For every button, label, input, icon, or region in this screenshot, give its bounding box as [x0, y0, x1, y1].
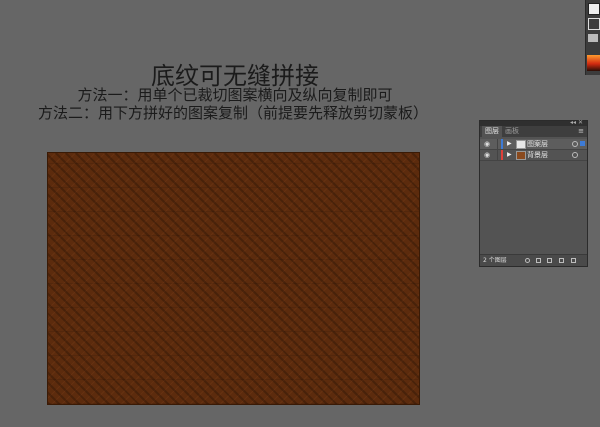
lock-column[interactable]	[497, 150, 498, 160]
lock-column[interactable]	[497, 139, 498, 149]
layer-color-swatch	[501, 139, 503, 149]
make-clipping-mask-icon[interactable]	[536, 258, 541, 263]
panel-tabs: 图层 画板 ≡	[480, 126, 587, 137]
delete-layer-icon[interactable]	[571, 258, 576, 263]
instruction-method-2: 方法二：用下方拼好的图案复制（前提要先释放剪切蒙板）	[38, 104, 429, 122]
layer-selected-indicator	[580, 141, 585, 146]
layer-color-swatch	[501, 150, 503, 160]
layer-target-icon[interactable]	[572, 141, 578, 147]
selection-tool-icon[interactable]	[588, 3, 600, 15]
create-sublayer-icon[interactable]	[547, 258, 552, 263]
visibility-eye-icon[interactable]: ◉	[484, 151, 490, 159]
gradient-swatch-icon[interactable]	[587, 55, 600, 71]
layer-thumbnail	[516, 140, 526, 149]
locate-object-icon[interactable]	[525, 258, 530, 263]
layer-row-pattern[interactable]: ◉ ▶ 图案层	[480, 139, 587, 150]
new-layer-icon[interactable]	[559, 258, 564, 263]
panel-footer: 2 个图层	[480, 254, 587, 266]
visibility-eye-icon[interactable]: ◉	[484, 140, 490, 148]
pattern-canvas[interactable]	[47, 152, 420, 405]
panel-menu-icon[interactable]: ≡	[578, 126, 584, 137]
layer-count-label: 2 个图层	[483, 257, 507, 264]
layer-row-background[interactable]: ◉ ▶ 背景层	[480, 150, 587, 161]
layer-name[interactable]: 图案层	[527, 139, 548, 149]
tools-strip	[585, 0, 600, 75]
tab-layers[interactable]: 图层	[482, 126, 502, 137]
layers-panel: ◂◂ ✕ 图层 画板 ≡ ◉ ▶ 图案层 ◉ ▶ 背景层 2 个图层	[479, 120, 588, 267]
layer-name[interactable]: 背景层	[527, 150, 548, 160]
layer-thumbnail	[516, 151, 526, 160]
tab-artboards[interactable]: 画板	[502, 126, 522, 137]
artboard-tool-icon[interactable]	[588, 34, 598, 42]
frame-tool-icon[interactable]	[588, 18, 600, 30]
layer-target-icon[interactable]	[572, 152, 578, 158]
expand-arrow-icon[interactable]: ▶	[507, 151, 512, 159]
expand-arrow-icon[interactable]: ▶	[507, 140, 512, 148]
